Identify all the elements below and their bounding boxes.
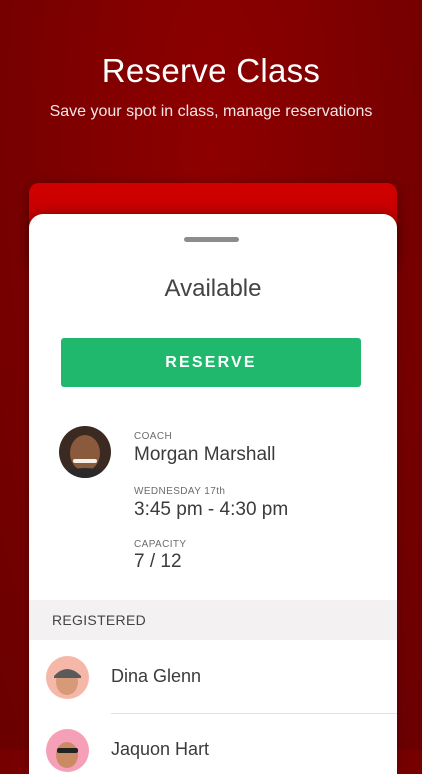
member-avatar [46,656,89,699]
availability-status: Available [164,275,262,302]
registered-header: REGISTERED [29,600,397,640]
reserve-button[interactable]: RESERVE [61,338,361,387]
hero-title: Reserve Class [101,52,321,89]
registered-member-row[interactable]: Jaquon Hart [29,714,397,774]
class-detail-sheet: Available RESERVE COACH Morgan Marshall … [29,214,397,774]
schedule-time: 3:45 pm - 4:30 pm [134,499,289,520]
schedule-label: WEDNESDAY 17th [134,486,226,497]
coach-avatar [59,426,111,478]
registered-member-row[interactable]: Dina Glenn [29,641,397,713]
coach-name: Morgan Marshall [134,444,276,465]
member-avatar [46,729,89,772]
capacity-value: 7 / 12 [134,551,182,572]
member-name: Dina Glenn [111,666,202,686]
capacity-label: CAPACITY [134,539,187,550]
coach-label: COACH [134,431,173,442]
drag-handle[interactable] [184,237,239,242]
hero-subtitle: Save your spot in class, manage reservat… [49,103,373,120]
